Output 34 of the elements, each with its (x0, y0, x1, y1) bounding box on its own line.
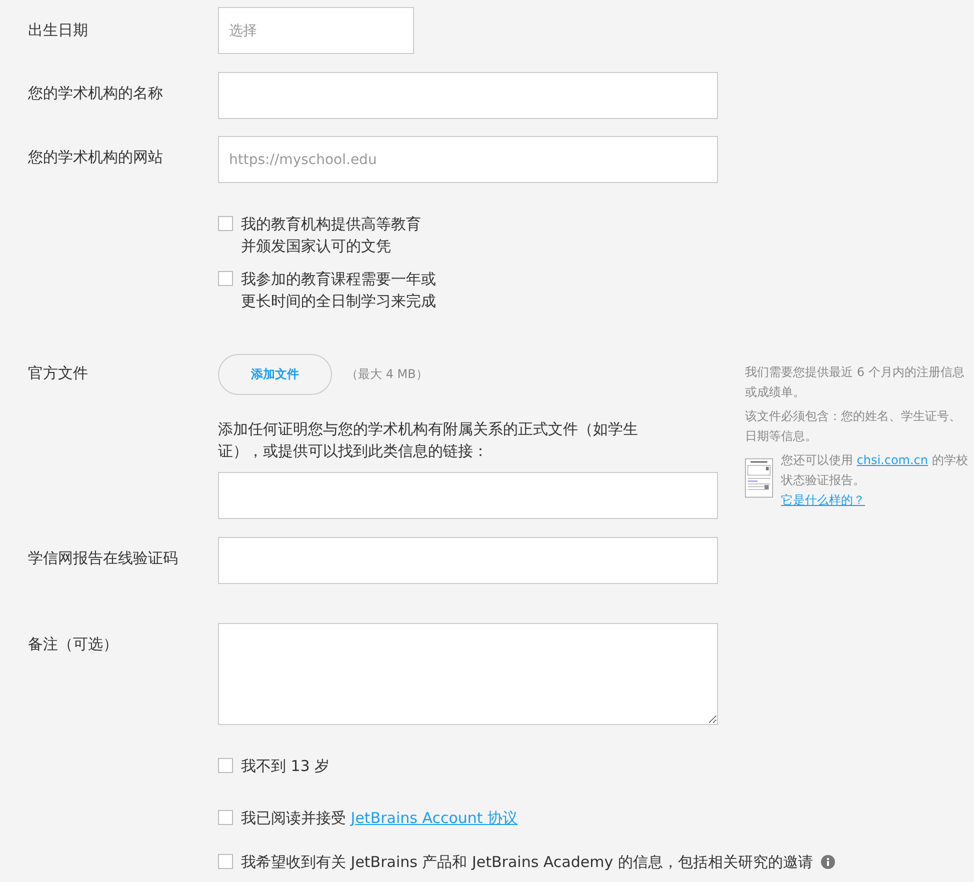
input-field[interactable] (218, 537, 718, 584)
field-label: 备注（可选） (28, 634, 119, 655)
document-description: 添加任何证明您与您的学术机构有附属关系的正式文件（如学生证），或提供可以找到此类信息的链接： (218, 419, 639, 462)
field-label: 您的学术机构的网站 (28, 147, 164, 168)
checkbox-label-line: 我参加的教育课程需要一年或 (241, 269, 436, 290)
field-label: 您的学术机构的名称 (28, 83, 164, 104)
agreement-link[interactable]: JetBrains Account 协议 (350, 809, 518, 827)
field-label: 出生日期 (28, 20, 89, 41)
input-field[interactable]: https://myschool.edu (218, 136, 718, 183)
checkbox[interactable] (218, 216, 233, 231)
alternative-note: 您还可以使用 chsi.com.cn 的学校状态验证报告。 (780, 452, 969, 489)
input-field[interactable] (218, 72, 718, 119)
info-icon[interactable] (820, 855, 835, 869)
checkbox-label: 我希望收到有关 JetBrains 产品和 JetBrains Academy 的信息，包括相关研究的邀请 (241, 852, 813, 873)
field-label: 官方文件 (28, 363, 89, 384)
requirement-note: 我们需要您提供最近 6 个月内的注册信息或成绩单。 (745, 364, 966, 401)
size-hint: （最大 4 MB） (346, 366, 428, 383)
checkbox[interactable] (218, 758, 233, 773)
checkbox[interactable] (218, 810, 233, 825)
checkbox-label: 我已阅读并接受 JetBrains Account 协议 (241, 808, 518, 829)
contents-note: 该文件必须包含：您的姓名、学生证号、日期等信息。 (745, 408, 962, 445)
notes-field[interactable] (218, 623, 718, 725)
checkbox-label: 我不到 13 岁 (241, 756, 330, 777)
add-file-button[interactable]: 添加文件 (218, 354, 332, 395)
checkbox-label-line: 我的教育机构提供高等教育 (241, 214, 421, 235)
checkbox-label-line: 更长时间的全日制学习来完成 (241, 291, 436, 312)
field-label: 学信网报告在线验证码 (28, 548, 179, 569)
input-field[interactable] (218, 472, 718, 519)
chsi-link[interactable]: chsi.com.cn (856, 453, 928, 467)
example-link[interactable]: 它是什么样的？ (780, 490, 865, 510)
checkbox-label-line: 并颁发国家认可的文凭 (241, 236, 392, 257)
checkbox[interactable] (218, 854, 233, 869)
checkbox[interactable] (218, 271, 233, 286)
date-field[interactable]: 选择 (218, 7, 414, 54)
